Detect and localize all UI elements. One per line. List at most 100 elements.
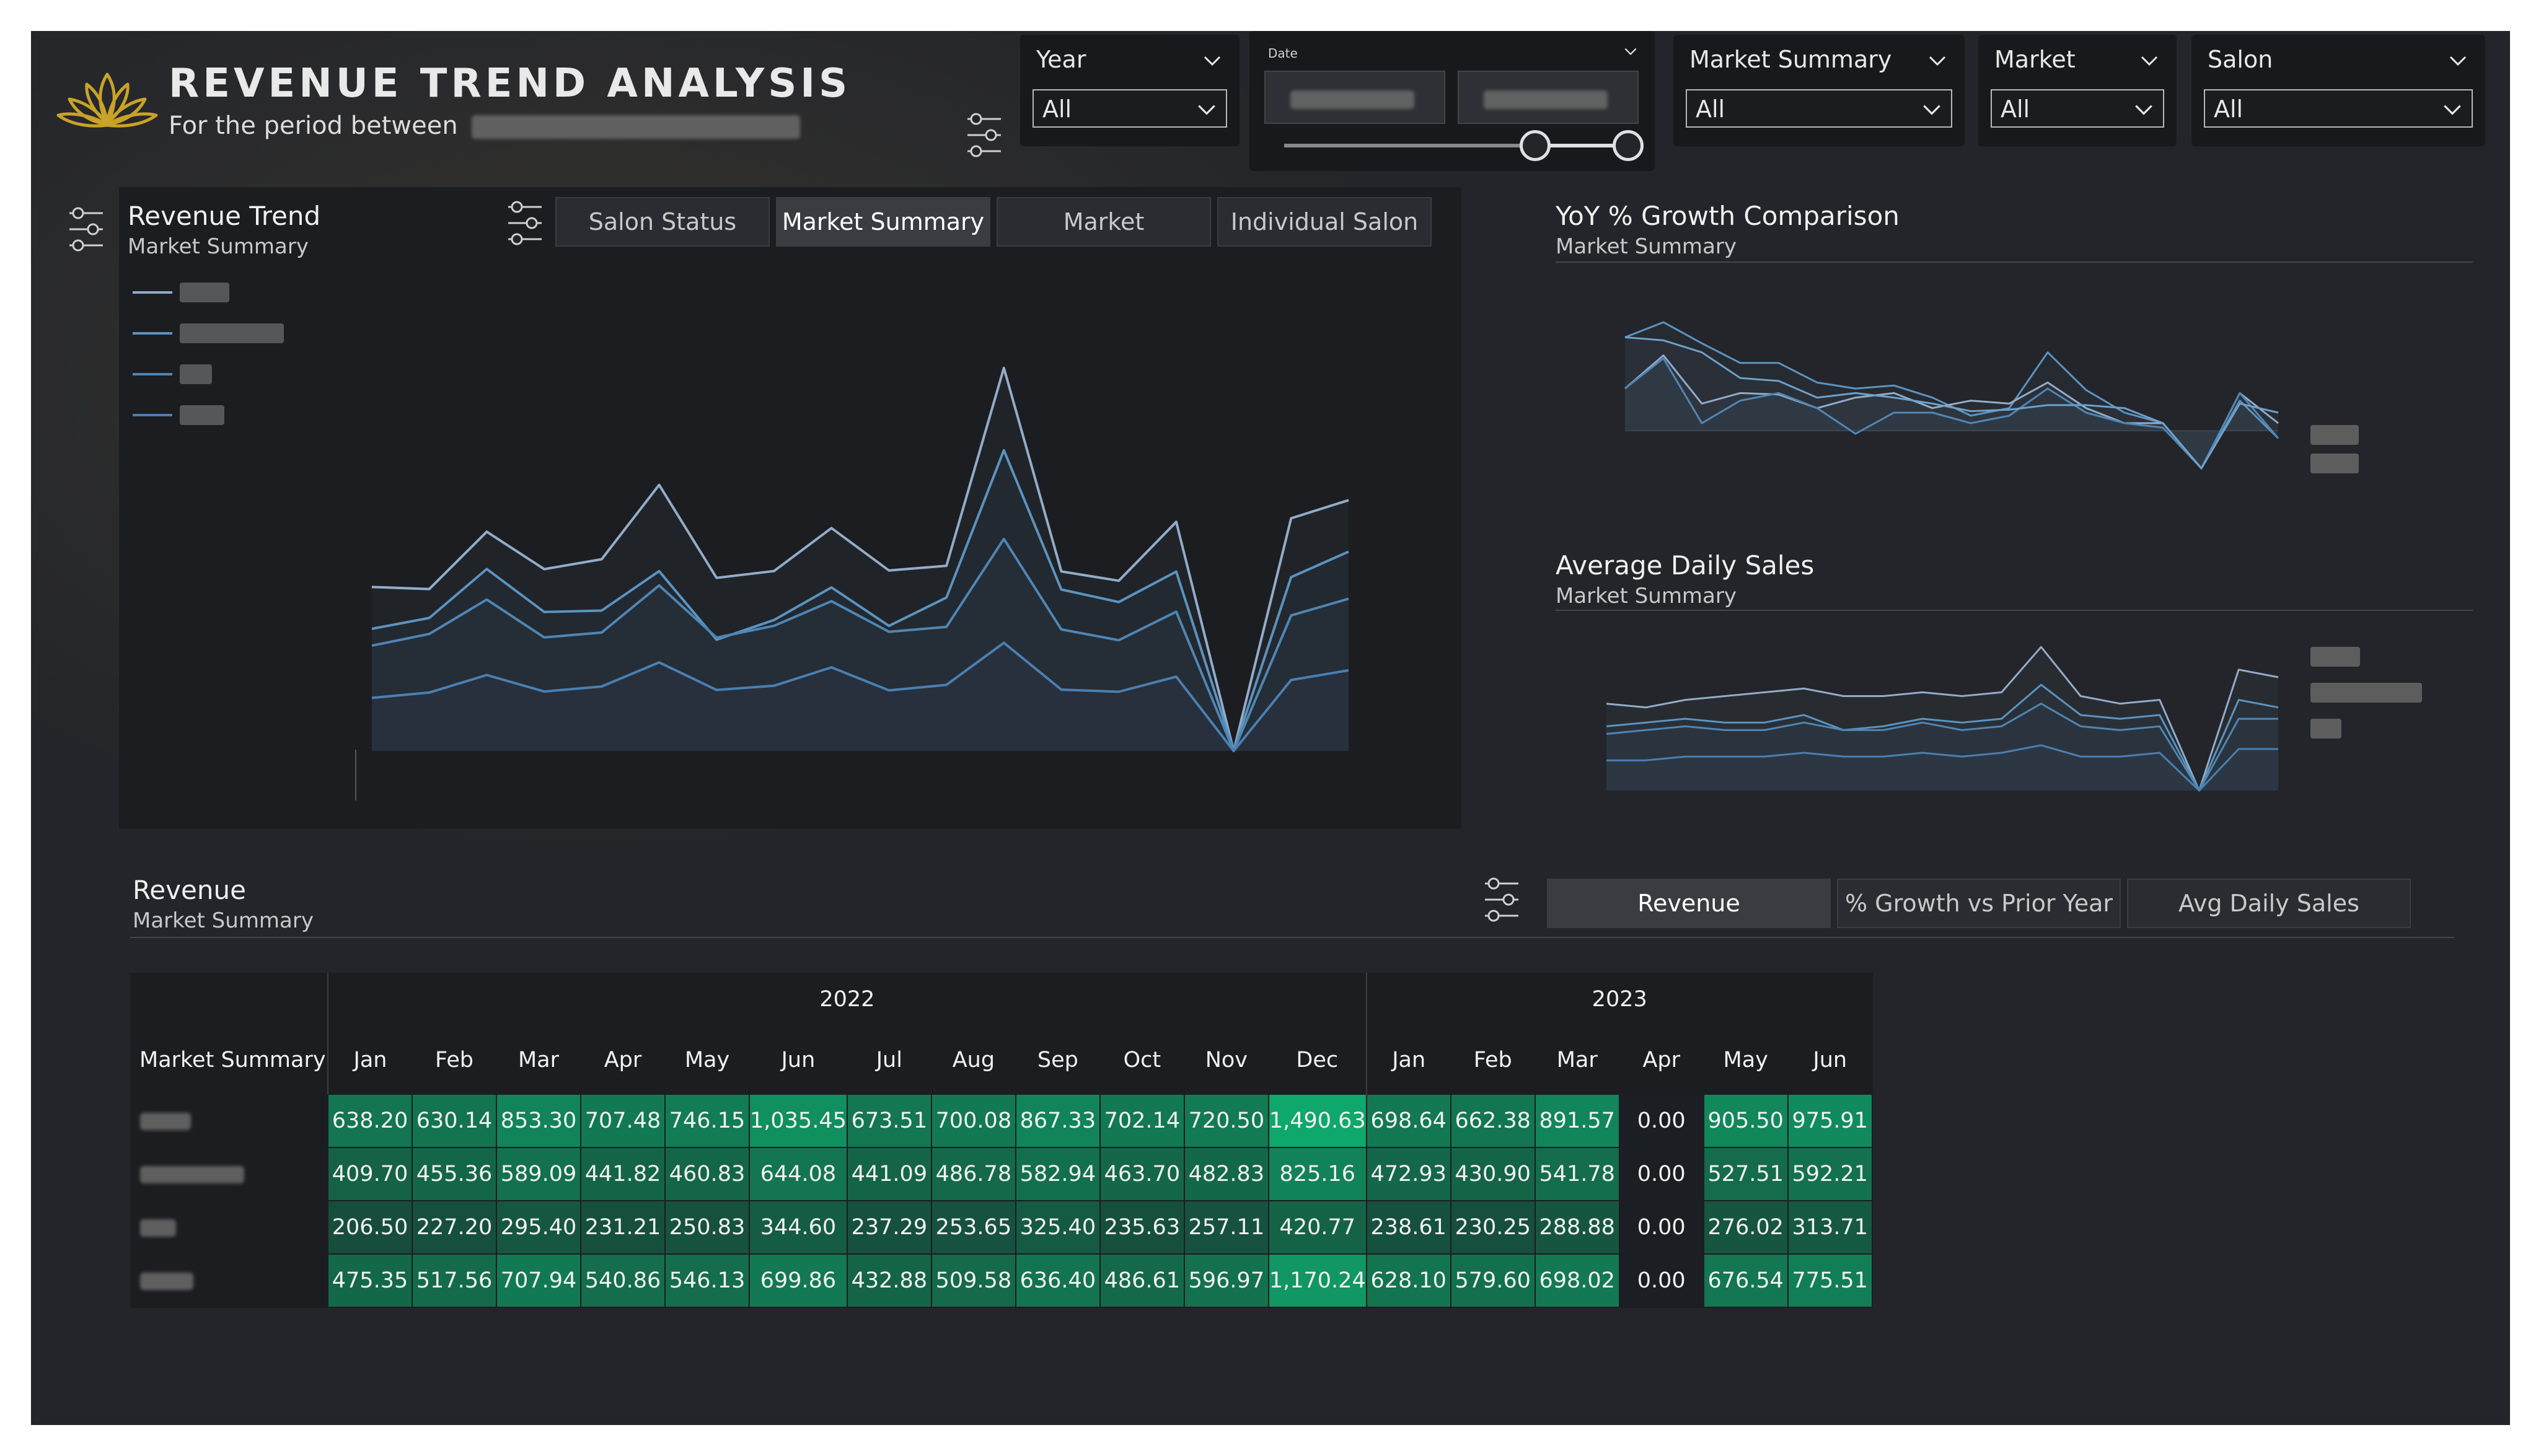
revenue-trend-title: Revenue Trend [128, 201, 321, 231]
row-label [130, 1253, 328, 1308]
table-row: 638.20 630.14 853.30 707.48 746.15 1,035.45 67… [130, 1094, 1873, 1148]
redacted-legend-label [180, 405, 224, 425]
ads-title-divider [1556, 610, 2473, 611]
year-slicer[interactable]: Year All [1020, 35, 1240, 146]
date-slider-end-handle[interactable] [1613, 130, 1644, 161]
table-cell: 541.78 [1534, 1147, 1620, 1201]
month-header: May [684, 1047, 730, 1072]
market-dropdown[interactable]: All [1991, 89, 2164, 128]
tab-salon-status[interactable]: Salon Status [555, 197, 770, 247]
date-start-input[interactable] [1264, 71, 1445, 124]
table-cell: 0.00 [1618, 1147, 1704, 1201]
row-header-label: Market Summary [139, 1047, 326, 1072]
table-cell: 250.83 [664, 1200, 750, 1255]
tab-revenue[interactable]: Revenue [1547, 879, 1831, 928]
chevron-down-icon [1195, 98, 1218, 121]
salon-slicer[interactable]: Salon All [2191, 35, 2485, 146]
yoy-growth-chart [1624, 321, 2359, 473]
redacted-series-label [2310, 683, 2422, 703]
table-cell: 206.50 [327, 1200, 413, 1255]
table-cell: 628.10 [1365, 1253, 1451, 1308]
chevron-down-icon[interactable] [1623, 43, 1639, 59]
revenue-trend-tab-filter-icon[interactable] [504, 198, 545, 248]
table-cell: 472.93 [1365, 1147, 1451, 1201]
month-header: Feb [435, 1047, 473, 1072]
market-dropdown-value: All [2001, 95, 2030, 123]
table-cell: 475.35 [327, 1253, 413, 1308]
table-cell: 775.51 [1787, 1253, 1873, 1308]
table-cell: 589.09 [496, 1147, 581, 1201]
date-slicer[interactable]: Date [1249, 31, 1655, 171]
table-cell: 707.94 [496, 1253, 581, 1308]
market-summary-slicer-label: Market Summary [1689, 46, 1892, 73]
table-cell: 460.83 [664, 1147, 750, 1201]
market-summary-slicer[interactable]: Market Summary All [1673, 35, 1965, 146]
table-cell: 707.48 [580, 1094, 666, 1148]
table-cell: 636.40 [1015, 1253, 1101, 1308]
table-cell: 582.94 [1015, 1147, 1101, 1201]
date-end-input[interactable] [1458, 71, 1639, 124]
redacted-row-label [140, 1166, 244, 1183]
table-cell: 486.61 [1099, 1253, 1185, 1308]
report-canvas: REVENUE TREND ANALYSIS For the period be… [0, 0, 2541, 1456]
chevron-down-icon[interactable] [1201, 50, 1223, 72]
revenue-table-filter-icon[interactable] [1481, 875, 1522, 924]
table-cell: 1,035.45 [749, 1094, 848, 1148]
tab-individual-salon[interactable]: Individual Salon [1217, 197, 1432, 247]
chevron-down-icon[interactable] [2447, 50, 2469, 72]
table-cell: 638.20 [327, 1094, 413, 1148]
chevron-down-icon [1920, 98, 1944, 121]
year-slicer-label: Year [1036, 46, 1086, 73]
table-cell: 700.08 [930, 1094, 1016, 1148]
year-dropdown[interactable]: All [1033, 89, 1227, 128]
revenue-matrix-table: 2022 2023 Market Summary Jan Feb Mar Apr May… [130, 973, 1873, 1308]
table-row: 475.35 517.56 707.94 540.86 546.13 699.86 432.… [130, 1253, 1873, 1308]
date-slider-start-handle[interactable] [1520, 130, 1551, 161]
table-cell: 662.38 [1450, 1094, 1536, 1148]
redacted-row-label [140, 1113, 191, 1130]
market-summary-dropdown[interactable]: All [1686, 89, 1952, 128]
month-header: Jan [1365, 1026, 1451, 1094]
row-label [130, 1200, 328, 1255]
page-title: REVENUE TREND ANALYSIS [169, 61, 852, 107]
table-cell: 517.56 [412, 1253, 497, 1308]
table-cell: 344.60 [749, 1200, 848, 1255]
redacted-series-label [2310, 647, 2360, 667]
market-slicer[interactable]: Market All [1978, 35, 2177, 146]
redacted-row-label [140, 1219, 176, 1237]
table-cell: 0.00 [1618, 1200, 1704, 1255]
table-cell: 430.90 [1450, 1147, 1536, 1201]
table-cell: 702.14 [1099, 1094, 1185, 1148]
revenue-trend-filter-icon[interactable] [66, 204, 107, 254]
month-header: May [1723, 1047, 1768, 1072]
redacted-period-text [472, 115, 801, 139]
average-daily-sales-title: Average Daily Sales [1556, 550, 1815, 581]
table-cell: 592.21 [1787, 1147, 1873, 1201]
tab-market-summary[interactable]: Market Summary [776, 197, 990, 247]
filter-panel-icon[interactable] [964, 110, 1005, 160]
redacted-series-label [2310, 454, 2359, 473]
table-cell: 540.86 [580, 1253, 666, 1308]
chevron-down-icon[interactable] [1926, 50, 1949, 72]
month-header: Sep [1037, 1047, 1078, 1072]
table-cell: 720.50 [1183, 1094, 1269, 1148]
table-cell: 238.61 [1365, 1200, 1451, 1255]
table-cell: 546.13 [664, 1253, 750, 1308]
row-header-spacer [131, 973, 328, 1026]
chevron-down-icon[interactable] [2138, 50, 2160, 72]
table-cell: 630.14 [412, 1094, 497, 1148]
salon-dropdown[interactable]: All [2204, 89, 2473, 128]
tab-avg-daily-sales[interactable]: Avg Daily Sales [2127, 879, 2411, 928]
table-cell: 527.51 [1702, 1147, 1789, 1201]
tab-market[interactable]: Market [997, 197, 1211, 247]
table-cell: 891.57 [1534, 1094, 1620, 1148]
table-cell: 867.33 [1015, 1094, 1101, 1148]
table-cell: 441.82 [580, 1147, 666, 1201]
redacted-end-date [1484, 90, 1608, 109]
tab-growth-vs-prior-year[interactable]: % Growth vs Prior Year [1837, 879, 2121, 928]
table-cell: 698.64 [1365, 1094, 1451, 1148]
salon-dropdown-value: All [2214, 95, 2244, 123]
month-header: Oct [1123, 1047, 1161, 1072]
table-cell: 1,490.63 [1267, 1094, 1367, 1148]
month-header: Jul [876, 1047, 902, 1072]
